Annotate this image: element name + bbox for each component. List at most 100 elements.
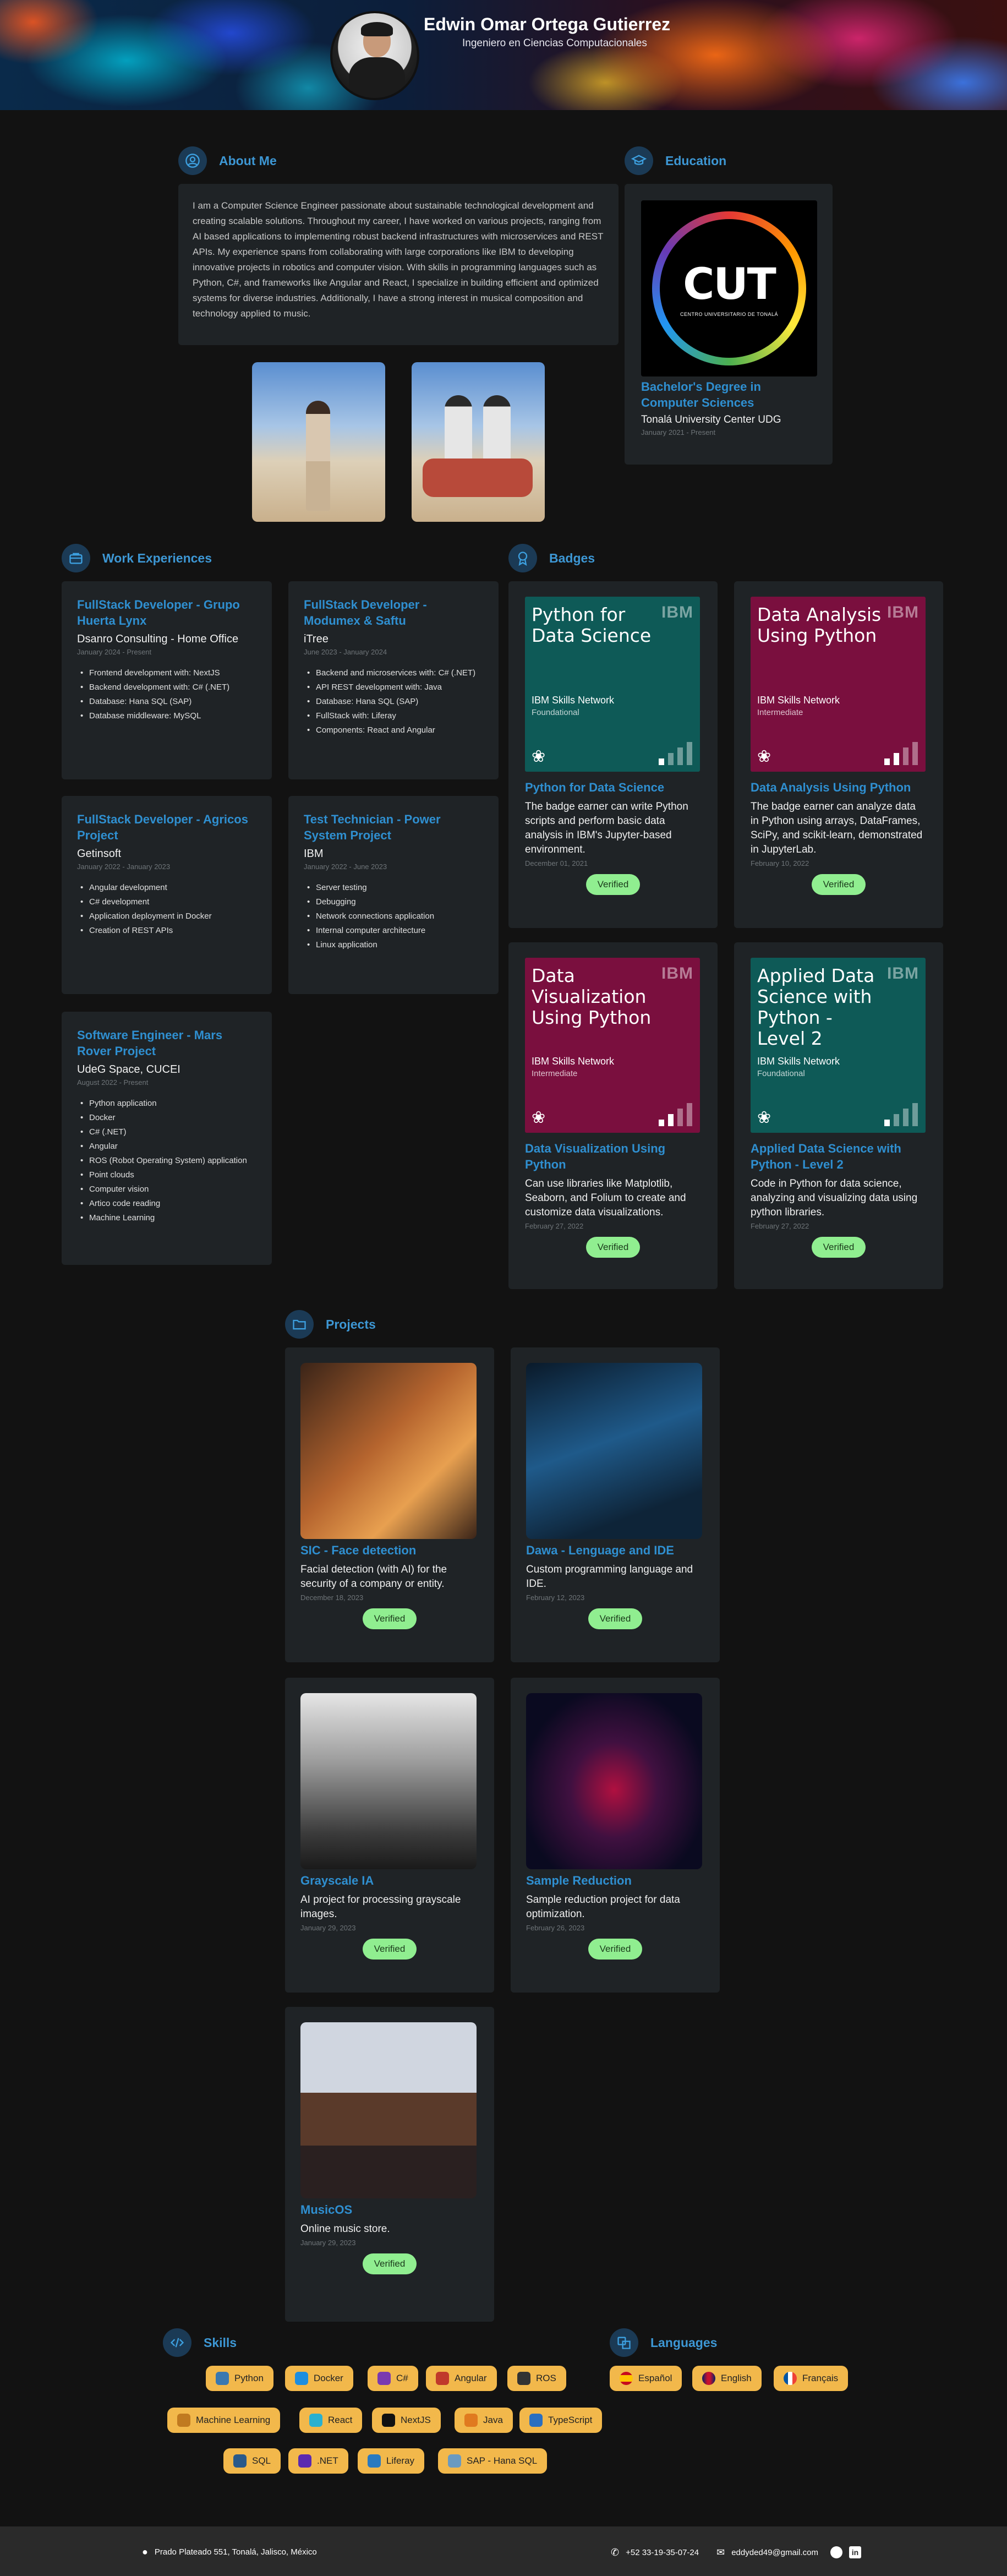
degree-title: Bachelor's Degree in Computer Sciences xyxy=(641,380,761,410)
project-image xyxy=(300,1363,477,1539)
job-duty: Backend and microservices with: C# (.NET… xyxy=(304,666,483,680)
job-card: FullStack Developer - Grupo Huerta Lynx D… xyxy=(62,581,272,779)
job-company: Getinsoft xyxy=(77,848,122,860)
skill-chip: Python xyxy=(206,2366,273,2391)
project-description: Sample reduction project for data optimi… xyxy=(526,1894,680,1920)
github-icon[interactable] xyxy=(830,2546,843,2558)
footer-phone[interactable]: +52 33-19-35-07-24 xyxy=(626,2548,699,2557)
project-image xyxy=(526,1693,702,1869)
badge-card: Data Analysis Using Python IBM IBM Skills … xyxy=(734,581,943,928)
badges-title: Badges xyxy=(549,550,595,565)
skills-title: Skills xyxy=(204,2335,237,2350)
project-date: December 18, 2023 xyxy=(300,1593,364,1602)
badge-image: Data Analysis Using Python IBM IBM Skills … xyxy=(751,597,926,772)
verified-button[interactable]: Verified xyxy=(363,1939,417,1960)
badge-title: Data Visualization Using Python xyxy=(525,1142,666,1171)
project-image xyxy=(300,1693,477,1869)
badge-level: Intermediate xyxy=(532,1069,578,1078)
badge-date: February 27, 2022 xyxy=(751,1222,809,1230)
job-duty: Angular xyxy=(77,1139,256,1154)
job-duty: Artico code reading xyxy=(77,1197,256,1211)
badge-image-title: Data Visualization Using Python xyxy=(532,965,652,1028)
project-card: Grayscale IA AI project for processing gr… xyxy=(285,1678,494,1993)
job-duty: C# (.NET) xyxy=(77,1125,256,1139)
university-logo-text: CUT xyxy=(683,260,776,309)
ibm-logo: IBM xyxy=(661,603,693,621)
project-title: Dawa - Lenguage and IDE xyxy=(526,1543,674,1557)
project-card: SIC - Face detection Facial detection (wi… xyxy=(285,1347,494,1662)
job-card: Test Technician - Power System Project IB… xyxy=(288,796,499,994)
linkedin-icon[interactable]: in xyxy=(849,2546,862,2558)
verified-button[interactable]: Verified xyxy=(586,1237,640,1258)
project-title: Grayscale IA xyxy=(300,1874,374,1887)
verified-button[interactable]: Verified xyxy=(363,2253,417,2274)
bee-icon: ❀ xyxy=(532,1109,546,1127)
job-dates: January 2024 - Present xyxy=(77,648,152,656)
job-title: Test Technician - Power System Project xyxy=(304,812,441,842)
skill-label: SAP - Hana SQL xyxy=(467,2455,538,2466)
location-pin-icon: ● xyxy=(142,2546,148,2557)
skill-label: Machine Learning xyxy=(196,2415,271,2425)
job-duty: Angular development xyxy=(77,881,256,895)
project-title: Sample Reduction xyxy=(526,1874,632,1887)
verified-button[interactable]: Verified xyxy=(586,874,640,895)
education-card: CUT CENTRO UNIVERSITARIO DE TONALÁ Bachel… xyxy=(625,184,833,465)
about-text: I am a Computer Science Engineer passion… xyxy=(193,200,604,319)
badges-heading: Badges xyxy=(508,544,595,572)
job-duty: Debugging xyxy=(304,895,483,909)
project-title: SIC - Face detection xyxy=(300,1543,417,1557)
award-icon xyxy=(508,544,537,572)
badge-network: IBM Skills Network xyxy=(532,1056,615,1067)
job-duties: Frontend development with: NextJSBackend… xyxy=(77,666,256,723)
verified-button[interactable]: Verified xyxy=(812,874,866,895)
verified-button[interactable]: Verified xyxy=(812,1237,866,1258)
verified-button[interactable]: Verified xyxy=(588,1608,642,1629)
job-duty: Docker xyxy=(77,1111,256,1125)
job-duty: Point clouds xyxy=(77,1168,256,1182)
badge-date: December 01, 2021 xyxy=(525,859,588,867)
badge-image: Data Visualization Using Python IBM IBM Sk… xyxy=(525,958,700,1133)
project-card: MusicOS Online music store. January 29, 20… xyxy=(285,2007,494,2322)
job-card: Software Engineer - Mars Rover Project Ud… xyxy=(62,1012,272,1265)
skill-label: Docker xyxy=(314,2373,343,2383)
job-duty: Frontend development with: NextJS xyxy=(77,666,256,680)
skill-label: NextJS xyxy=(401,2415,431,2425)
job-duty: Application deployment in Docker xyxy=(77,909,256,924)
job-duty: Linux application xyxy=(304,938,483,952)
job-card: FullStack Developer - Agricos Project Get… xyxy=(62,796,272,994)
school-name: Tonalá University Center UDG xyxy=(641,414,781,425)
badge-card: Python for Data Science IBM IBM Skills Net… xyxy=(508,581,718,928)
skill-label: Angular xyxy=(455,2373,487,2383)
badge-network: IBM Skills Network xyxy=(532,695,615,706)
skill-chip: Docker xyxy=(285,2366,353,2391)
skill-label: Java xyxy=(483,2415,503,2425)
code-icon xyxy=(163,2328,191,2357)
about-photo-2 xyxy=(412,362,545,522)
job-company: iTree xyxy=(304,633,329,645)
footer-email[interactable]: eddyded49@gmail.com xyxy=(731,2548,818,2557)
verified-button[interactable]: Verified xyxy=(363,1608,417,1629)
job-duties: Server testingDebuggingNetwork connectio… xyxy=(304,881,483,952)
language-chip: English xyxy=(692,2366,762,2391)
project-description: AI project for processing grayscale imag… xyxy=(300,1894,461,1920)
job-duty: C# development xyxy=(77,895,256,909)
job-duty: Database: Hana SQL (SAP) xyxy=(77,695,256,709)
email-icon: ✉ xyxy=(716,2546,725,2558)
job-dates: January 2022 - June 2023 xyxy=(304,863,387,871)
job-dates: August 2022 - Present xyxy=(77,1078,149,1087)
job-duty: Database middleware: MySQL xyxy=(77,709,256,723)
badge-level: Intermediate xyxy=(757,708,803,717)
project-card: Sample Reduction Sample reduction project… xyxy=(511,1678,720,1993)
project-date: January 29, 2023 xyxy=(300,1924,356,1932)
skill-chip: Java xyxy=(455,2408,513,2433)
job-title: FullStack Developer - Modumex & Saftu xyxy=(304,598,427,627)
verified-button[interactable]: Verified xyxy=(588,1939,642,1960)
skill-label: ROS xyxy=(536,2373,556,2383)
job-dates: January 2022 - January 2023 xyxy=(77,863,171,871)
project-title: MusicOS xyxy=(300,2203,353,2217)
job-duty: Network connections application xyxy=(304,909,483,924)
language-label: Español xyxy=(638,2373,672,2383)
skill-icon xyxy=(382,2414,395,2427)
job-duty: API REST development with: Java xyxy=(304,680,483,695)
skill-chip: NextJS xyxy=(372,2408,441,2433)
